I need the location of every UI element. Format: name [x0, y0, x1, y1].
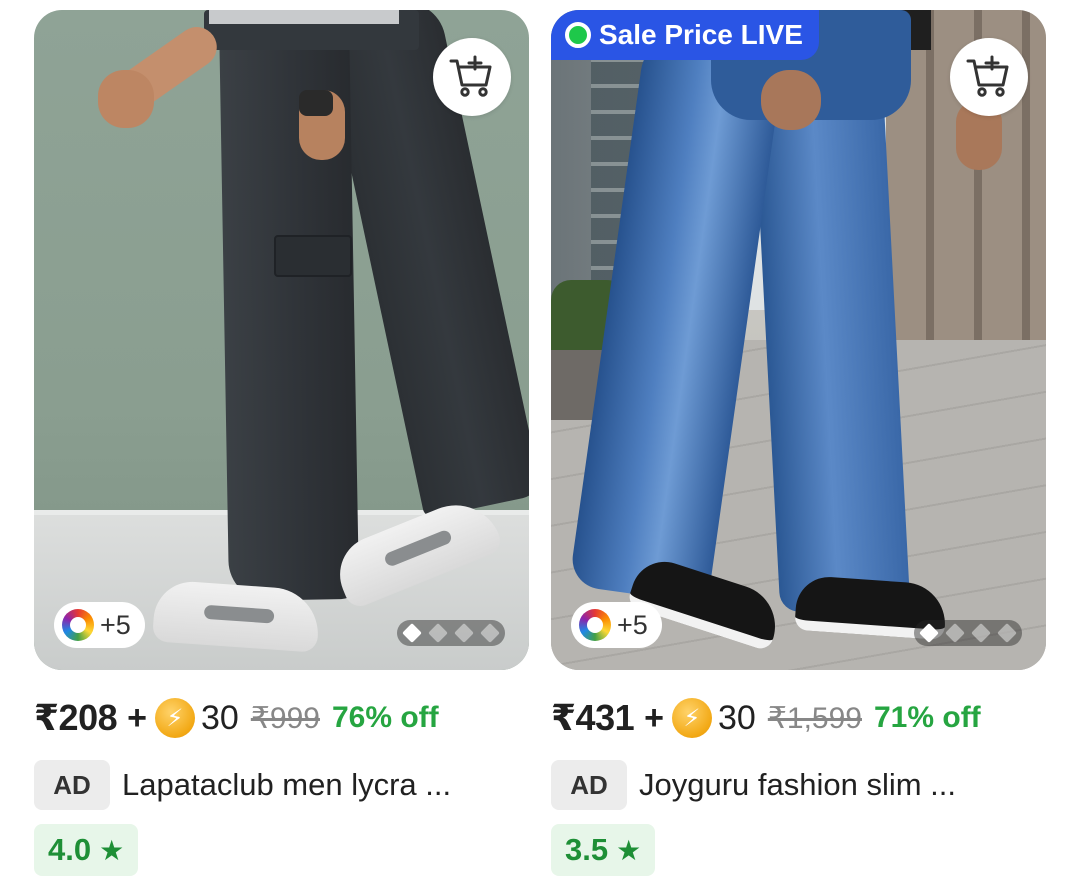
supercoin-icon: ⚡ [671, 698, 712, 738]
plus-sign: + [644, 698, 664, 737]
rating-value: 4.0 [48, 832, 92, 867]
star-icon: ★ [616, 834, 642, 866]
add-to-cart-icon [449, 55, 492, 97]
rating-value: 3.5 [565, 832, 609, 867]
supercoin-amount: 30 [200, 698, 239, 737]
title-row[interactable]: AD Joyguru fashion slim ... [551, 760, 1046, 810]
carousel-dot [971, 623, 991, 643]
photo-detail [761, 70, 821, 130]
add-to-cart-icon [966, 55, 1009, 97]
product-name[interactable]: Lapataclub men lycra ... [122, 767, 451, 803]
variants-count: +5 [617, 609, 648, 640]
star-icon: ★ [99, 834, 125, 866]
sale-live-text: Sale Price LIVE [599, 19, 803, 50]
selling-price: ₹208 [34, 697, 118, 738]
color-variants-icon [62, 609, 94, 641]
title-row[interactable]: AD Lapataclub men lycra ... [34, 760, 529, 810]
price-row: ₹208 + ⚡ 30 ₹999 76% off [34, 696, 529, 740]
selling-price: ₹431 [551, 697, 635, 738]
add-to-cart-button[interactable] [950, 38, 1028, 116]
price-row: ₹431 + ⚡ 30 ₹1,599 71% off [551, 696, 1046, 740]
discount-label: 71% off [873, 701, 981, 734]
product-name[interactable]: Joyguru fashion slim ... [639, 767, 956, 803]
ad-badge: AD [551, 760, 627, 810]
supercoin-amount: 30 [717, 698, 756, 737]
sale-live-badge: Sale Price LIVE [551, 10, 819, 60]
supercoin-icon: ⚡ [154, 698, 195, 738]
photo-detail [299, 90, 333, 116]
add-to-cart-button[interactable] [433, 38, 511, 116]
carousel-dot [454, 623, 474, 643]
photo-detail [274, 235, 352, 277]
carousel-dot [945, 623, 965, 643]
rating-badge: 3.5 ★ [551, 824, 656, 876]
original-price: ₹1,599 [767, 701, 862, 735]
rating-badge: 4.0 ★ [34, 824, 139, 876]
product-image[interactable]: +5 [34, 10, 529, 670]
product-card-2[interactable]: Sale Price LIVE +5 ₹431 + ⚡ 30 ₹1,599 71 [551, 10, 1046, 876]
variants-count: +5 [100, 609, 131, 640]
color-variants-chip[interactable]: +5 [571, 602, 662, 648]
plus-sign: + [127, 698, 147, 737]
original-price: ₹999 [250, 701, 320, 735]
color-variants-icon [579, 609, 611, 641]
photo-detail [98, 70, 154, 128]
color-variants-chip[interactable]: +5 [54, 602, 145, 648]
image-carousel-indicator [397, 620, 505, 646]
carousel-dot [428, 623, 448, 643]
photo-detail [209, 10, 399, 24]
product-card-1[interactable]: +5 ₹208 + ⚡ 30 ₹999 76% off AD Lapataclu… [34, 10, 529, 876]
image-carousel-indicator [914, 620, 1022, 646]
carousel-dot [480, 623, 500, 643]
ad-badge: AD [34, 760, 110, 810]
carousel-dot [919, 623, 939, 643]
carousel-dot [402, 623, 422, 643]
discount-label: 76% off [331, 701, 439, 734]
carousel-dot [997, 623, 1017, 643]
product-image[interactable]: Sale Price LIVE +5 [551, 10, 1046, 670]
live-dot-icon [565, 22, 591, 48]
